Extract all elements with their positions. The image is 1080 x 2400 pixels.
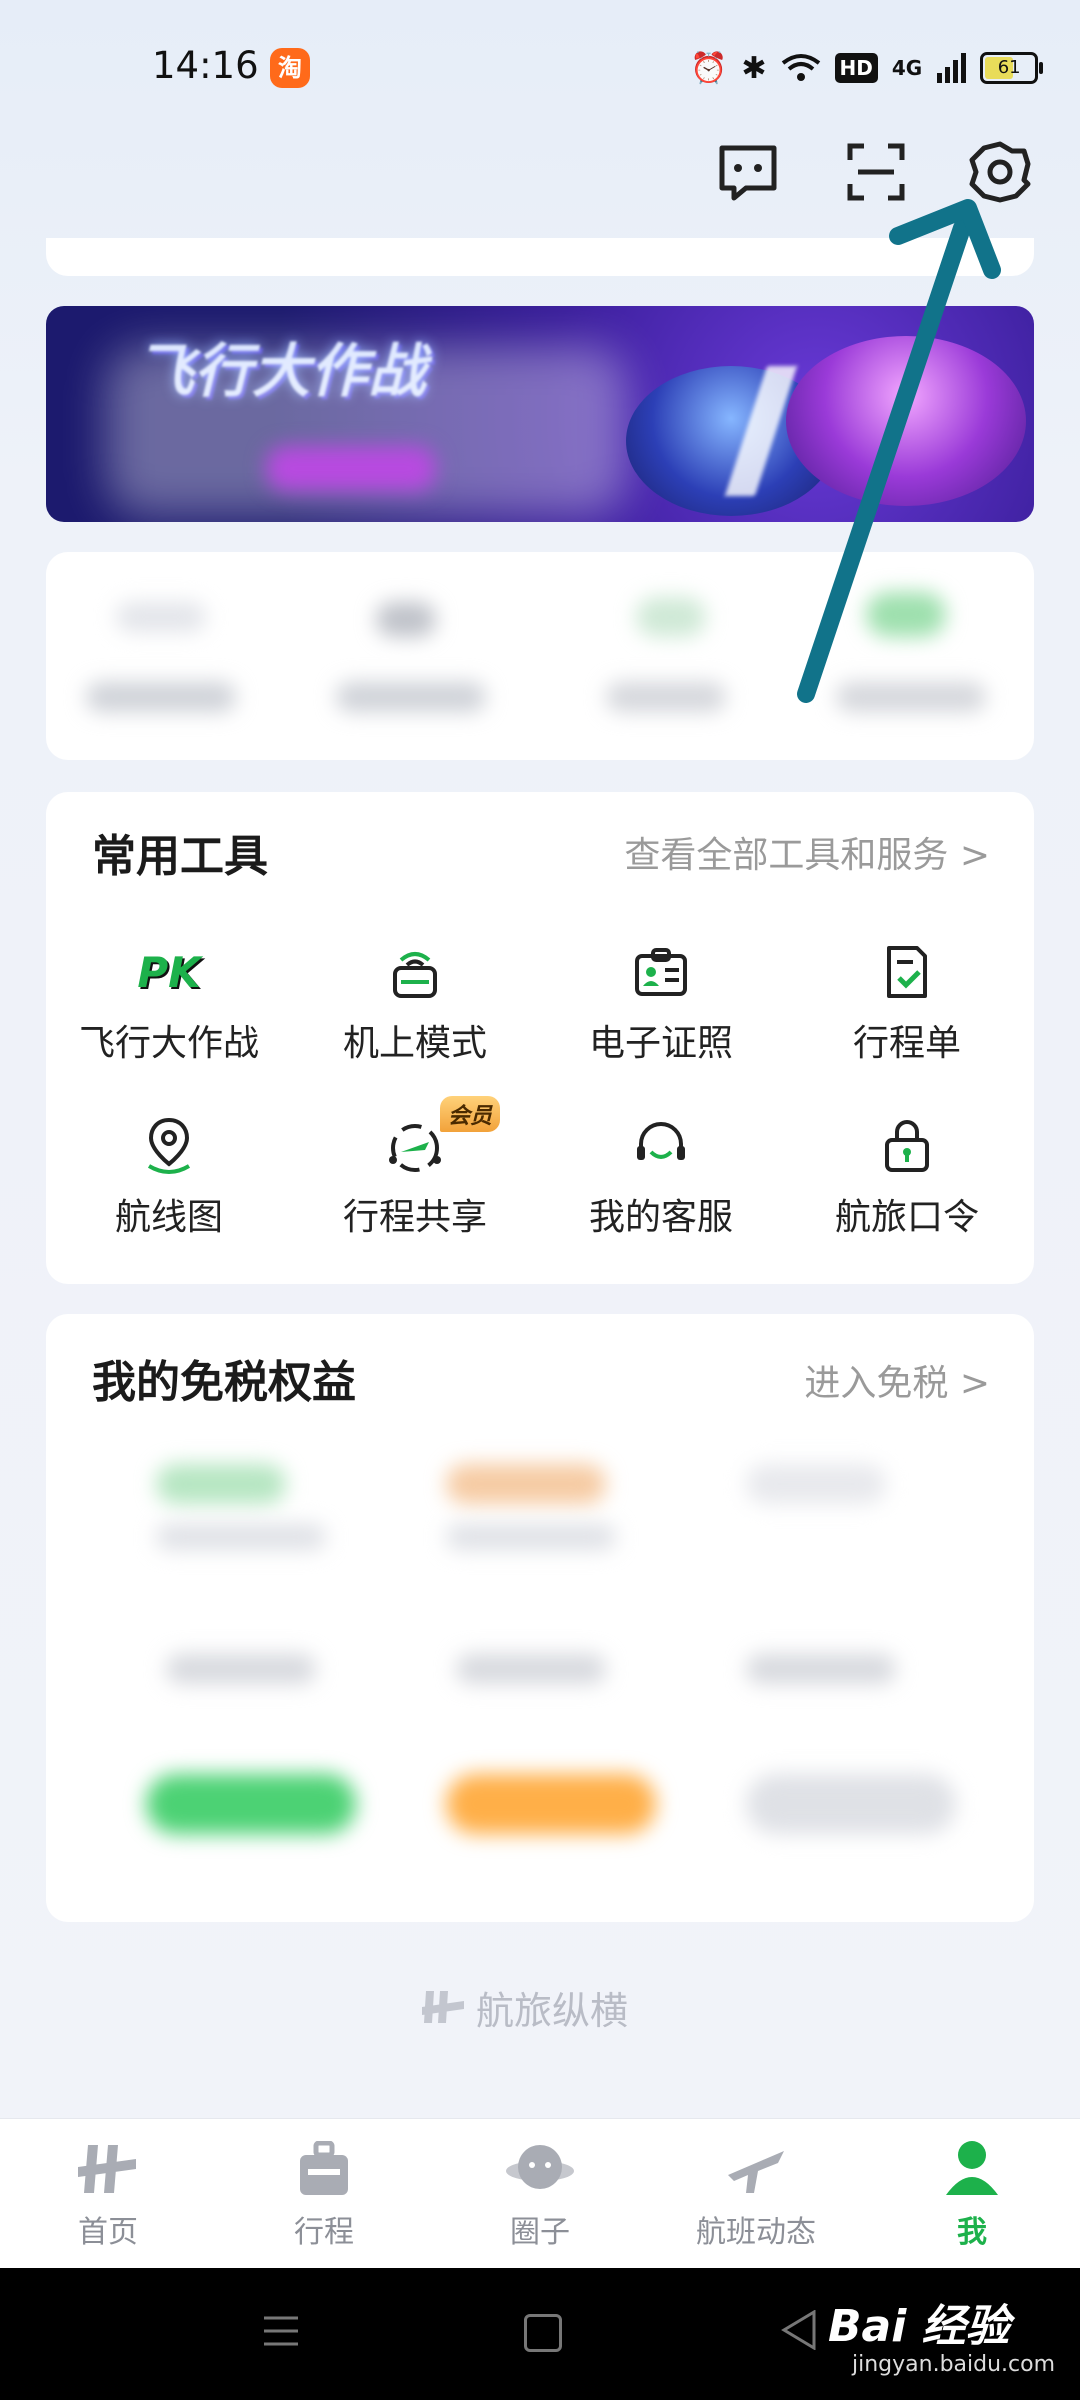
duty-free-title: 我的免税权益 [92,1357,356,1408]
brand-name: 航旅纵横 [476,1988,629,2033]
status-icons: ⏰ ✱ HD 4G 61 [690,48,1044,88]
itinerary-icon [887,946,927,998]
headset-icon [637,1122,685,1160]
blurred-button [266,446,436,491]
promo-banner[interactable]: 飞行大作战 [46,306,1034,522]
tool-customer-service[interactable]: 我的客服 [538,1114,784,1240]
home-icon [78,2145,136,2193]
message-icon[interactable] [716,140,780,204]
bottom-nav: 首页 行程 圈子 航班动态 我 [0,2118,1080,2269]
nav-label: 航班动态 [696,2215,816,2250]
tool-label: 我的客服 [588,1197,733,1238]
nav-trips[interactable]: 行程 [234,2133,414,2251]
tool-itinerary[interactable]: 行程单 [784,940,1030,1066]
tool-e-certificate[interactable]: 电子证照 [538,940,784,1066]
nav-label: 首页 [78,2215,138,2250]
back-icon[interactable] [780,2310,816,2350]
common-tools-card: 常用工具 查看全部工具和服务 > PK 飞行大作战 机上模式 电子证照 行程单 … [46,792,1034,1284]
tool-share-trip[interactable]: 会员 行程共享 [292,1096,538,1240]
tool-route-map[interactable]: 航线图 [46,1114,292,1240]
tools-title: 常用工具 [92,831,268,882]
ufo-right-illustration [786,336,1026,506]
tool-travel-password[interactable]: 航旅口令 [784,1114,1030,1240]
pk-icon: PK [137,947,201,997]
tool-label: 飞行大作战 [78,1023,259,1064]
wifi-box-icon [393,952,437,998]
wifi-icon [781,54,820,81]
tool-label: 行程共享 [342,1197,487,1238]
home-square-icon[interactable] [524,2314,562,2352]
nav-flight-status[interactable]: 航班动态 [666,2133,846,2251]
duty-free-card: 我的免税权益 进入免税 > [46,1314,1034,1922]
nav-circle[interactable]: 圈子 [450,2133,630,2251]
tool-label: 行程单 [852,1023,961,1064]
settings-icon[interactable] [968,140,1032,204]
member-badge: 会员 [440,1096,501,1132]
network-label: 4G [891,56,923,80]
id-card-icon [635,948,687,996]
alarm-icon: ⏰ [690,50,728,86]
brand-logo-icon [422,1991,464,2023]
signal-icon [937,53,967,83]
bluetooth-icon: ✱ [741,50,767,86]
tool-label: 机上模式 [342,1023,487,1064]
scan-icon[interactable] [844,140,908,204]
person-icon [946,2141,998,2195]
map-pin-icon [147,1117,191,1174]
baidu-watermark-url: jingyan.baidu.com [852,2352,1056,2377]
brand-footer: 航旅纵横 [420,1982,629,2033]
nav-me[interactable]: 我 [882,2133,1062,2251]
taobao-notification-icon: 淘 [270,48,310,88]
status-time: 14:16 [152,44,259,87]
blurred-stats-card [46,552,1034,760]
nav-home[interactable]: 首页 [18,2133,198,2251]
menu-icon[interactable] [262,2312,300,2350]
battery-icon: 61 [980,52,1044,84]
share-trip-icon [389,1124,441,1172]
nav-label: 行程 [294,2215,354,2250]
tool-flight-mode[interactable]: 机上模式 [292,940,538,1066]
tool-flight-battle[interactable]: PK 飞行大作战 [46,940,292,1066]
plane-icon [728,2151,784,2193]
hd-icon: HD [834,53,878,83]
baidu-watermark: Bai 经验 [828,2301,1010,2352]
planet-icon [506,2145,574,2189]
nav-label: 圈子 [510,2215,570,2250]
tool-label: 航旅口令 [834,1197,979,1238]
top-card-strip [46,238,1034,276]
tool-label: 航线图 [114,1197,223,1238]
lock-icon [885,1120,929,1172]
luggage-icon [300,2141,348,2195]
tools-view-all-link[interactable]: 查看全部工具和服务 > [624,826,990,878]
tool-label: 电子证照 [588,1023,733,1064]
nav-label: 我 [957,2215,987,2250]
duty-free-enter-link[interactable]: 进入免税 > [804,1354,990,1406]
